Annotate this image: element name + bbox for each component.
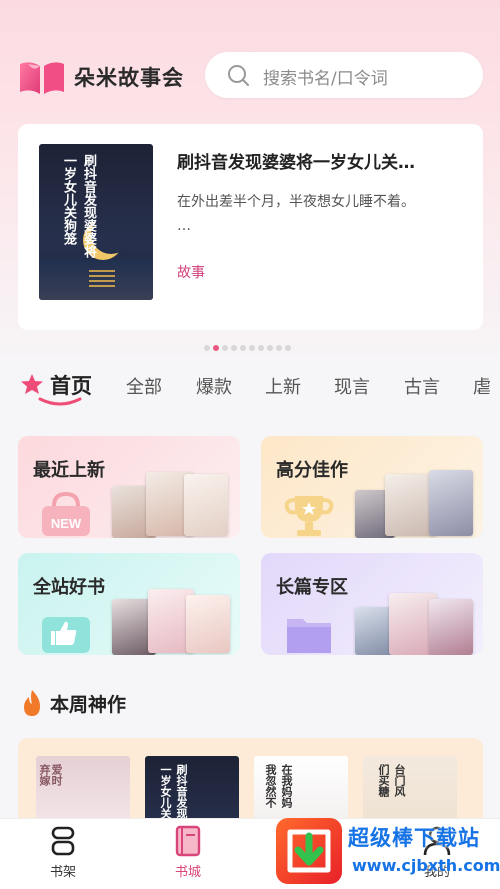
- carousel-dot[interactable]: [258, 345, 264, 351]
- book-title-col: 爱时: [50, 764, 63, 786]
- banner-description: 在外出差半个月，半夜想女儿睡不着。 …: [177, 190, 462, 238]
- search-placeholder: 搜索书名/口令词: [263, 69, 388, 89]
- carousel-dot[interactable]: [222, 345, 228, 351]
- banner-tag[interactable]: 故事: [177, 262, 205, 282]
- banner-title[interactable]: 刷抖音发现婆婆将一岁女儿关…: [177, 148, 467, 173]
- tabbar-bookstore[interactable]: 书城: [148, 825, 228, 880]
- book-title-col: 在我妈妈: [280, 764, 293, 808]
- tab-hot[interactable]: 爆款: [196, 373, 232, 399]
- book-title-col: 我忽然不: [264, 764, 277, 808]
- category-card-best-books[interactable]: 全站好书: [18, 553, 240, 655]
- carousel-dot[interactable]: [231, 345, 237, 351]
- tab-home[interactable]: 首页: [50, 370, 92, 400]
- weekly-section-title: 本周神作: [50, 694, 127, 716]
- carousel-dot[interactable]: [204, 345, 210, 351]
- book-cover: [184, 474, 228, 536]
- tabbar-bookshelf[interactable]: 书架: [23, 825, 103, 880]
- new-bag-icon: NEW: [42, 492, 90, 536]
- banner-book-cover[interactable]: 刷抖音发现婆婆将 一岁女儿关狗笼: [39, 144, 153, 300]
- search-icon: [228, 65, 249, 86]
- category-title: 全站好书: [33, 577, 105, 598]
- book-title-col: 弃嫁: [38, 764, 51, 786]
- app-name: 朵米故事会: [74, 66, 184, 90]
- tab-angst[interactable]: 虐: [473, 373, 491, 399]
- watermark-text: 超级棒下载站: [348, 826, 480, 850]
- book-stack: [355, 456, 475, 538]
- moon-icon: [91, 214, 131, 254]
- carousel-dot[interactable]: [285, 345, 291, 351]
- book-logo-icon: [20, 62, 64, 94]
- site-watermark: 超级棒下载站 www.cjbxth.com: [276, 814, 500, 889]
- featured-banner[interactable]: 刷抖音发现婆婆将 一岁女儿关狗笼 刷抖音发现婆婆将一岁女儿关… 在外出差半个月，…: [18, 124, 483, 330]
- carousel-dot[interactable]: [267, 345, 273, 351]
- book-cover: [429, 470, 473, 536]
- book-stack: [355, 573, 475, 655]
- cover-title-col2: 一岁女儿关狗笼: [61, 154, 76, 245]
- trophy-icon: [284, 496, 334, 536]
- cover-title-col1: 刷抖音发现婆婆将: [81, 154, 96, 258]
- carousel-dot[interactable]: [249, 345, 255, 351]
- carousel-dot[interactable]: [276, 345, 282, 351]
- folder-icon: [287, 619, 331, 653]
- tabbar-label: 书城: [174, 865, 201, 880]
- bookstore-icon: [175, 825, 201, 857]
- carousel-dot[interactable]: [213, 345, 219, 351]
- book-cover: [429, 599, 473, 655]
- carousel-dot[interactable]: [240, 345, 246, 351]
- book-stack: [112, 456, 232, 538]
- banner-description-ellipsis: …: [177, 218, 191, 234]
- fire-icon: [24, 690, 40, 716]
- tab-ancient[interactable]: 古言: [404, 373, 440, 399]
- category-title: 最近上新: [33, 460, 105, 481]
- category-title: 长篇专区: [276, 577, 348, 598]
- search-bar[interactable]: 搜索书名/口令词: [205, 52, 483, 98]
- banner-description-line: 在外出差半个月，半夜想女儿睡不着。: [177, 194, 415, 210]
- category-card-top-rated[interactable]: 高分佳作: [261, 436, 483, 538]
- app-header: 朵米故事会 搜索书名/口令词: [0, 48, 500, 104]
- book-stack: [112, 573, 232, 655]
- active-tab-indicator: [38, 397, 82, 406]
- category-title: 高分佳作: [276, 460, 348, 481]
- tab-modern[interactable]: 现言: [334, 373, 370, 399]
- book-title-col: 一岁女儿关: [159, 764, 172, 819]
- tab-all[interactable]: 全部: [126, 373, 162, 399]
- book-cover: [186, 595, 230, 653]
- download-logo-icon: [276, 818, 342, 884]
- tab-new[interactable]: 上新: [265, 373, 301, 399]
- category-card-recent[interactable]: 最近上新 NEW: [18, 436, 240, 538]
- category-card-long-novels[interactable]: 长篇专区: [261, 553, 483, 655]
- book-title-col: 们买糖: [377, 764, 390, 797]
- svg-text:NEW: NEW: [51, 516, 82, 531]
- thumbs-up-icon: [42, 617, 90, 653]
- book-title-col: 刷抖音发现: [175, 764, 188, 819]
- bookshelf-icon: [51, 826, 75, 856]
- watermark-url: www.cjbxth.com: [352, 856, 500, 875]
- cover-reflection: [89, 270, 115, 290]
- tabbar-label: 书架: [49, 865, 76, 880]
- carousel-indicator: [204, 345, 291, 351]
- book-title-col: 台门风: [393, 764, 406, 797]
